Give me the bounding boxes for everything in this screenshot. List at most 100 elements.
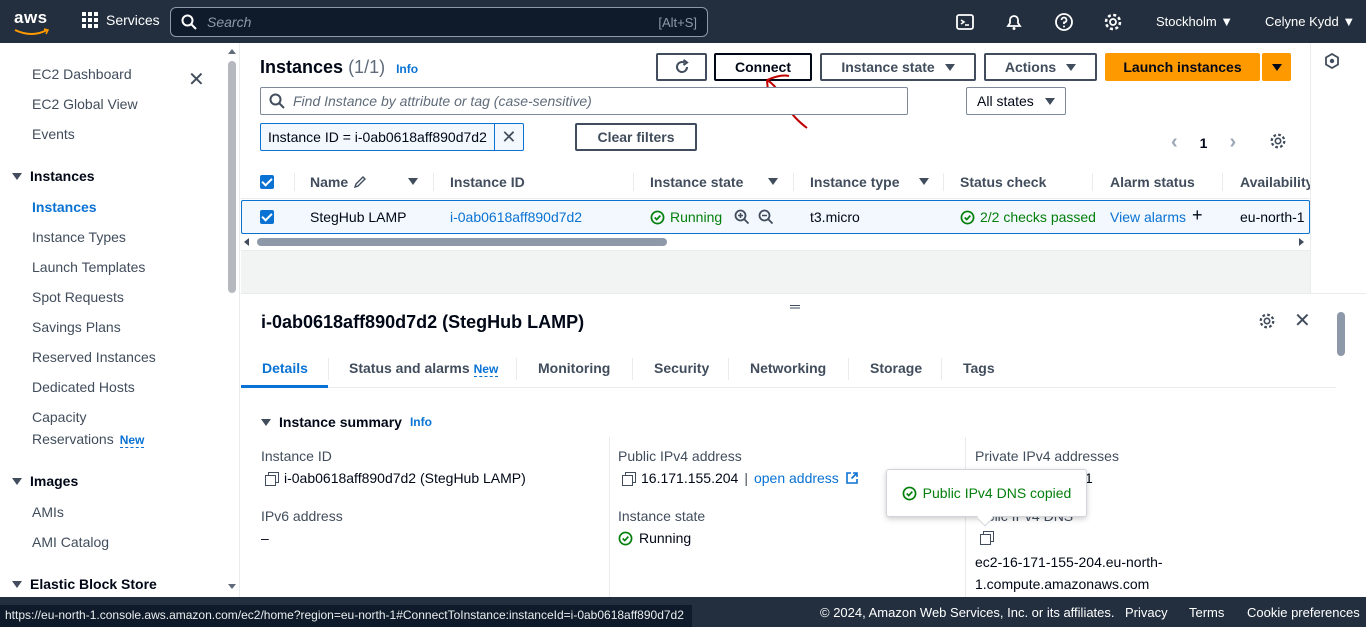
sidebar-section-images[interactable]: Images [12,473,78,489]
sidebar-section-ebs[interactable]: Elastic Block Store [12,576,157,592]
tab-security[interactable]: Security [654,360,709,376]
open-address-link[interactable]: open address [754,470,839,486]
copy-icon[interactable] [265,471,279,486]
scroll-up-arrow[interactable] [228,49,236,54]
close-icon[interactable]: ✕ [188,67,205,92]
chevron-right-icon[interactable]: › [1229,131,1236,154]
sidebar-item-ami-catalog[interactable]: AMI Catalog [32,534,109,550]
info-link[interactable]: Info [396,62,418,76]
close-icon[interactable]: ✕ [1294,308,1311,333]
table-row[interactable]: StegHub LAMP i-0ab0618aff890d7d2 Running… [241,200,1310,234]
instance-state-value: Running [618,530,691,546]
sidebar-item-dedicated-hosts[interactable]: Dedicated Hosts [32,379,135,395]
page-number[interactable]: 1 [1200,135,1208,151]
tab-storage[interactable]: Storage [870,360,922,376]
scrollbar-thumb[interactable] [257,238,667,246]
aws-logo[interactable]: aws [14,8,54,36]
new-badge: New [119,433,145,448]
zoom-in-icon[interactable] [734,209,750,225]
column-header-name[interactable]: Name [310,174,348,190]
clear-filters-button[interactable]: Clear filters [575,123,697,151]
sort-icon[interactable] [768,178,778,185]
scroll-down-arrow[interactable] [228,584,236,589]
sidebar-item-capacity[interactable]: Capacity [32,409,86,425]
tab-networking[interactable]: Networking [750,360,826,376]
sort-icon[interactable] [919,178,929,185]
pagination: ‹ 1 › [1171,131,1236,154]
page-title: Instances (1/1) Info [260,57,419,77]
tab-tags[interactable]: Tags [963,360,995,376]
column-header-status-check[interactable]: Status check [960,174,1046,190]
column-header-availability[interactable]: Availability [1240,174,1313,190]
actions-button[interactable]: Actions [984,53,1097,81]
instance-id-link[interactable]: i-0ab0618aff890d7d2 [450,209,582,225]
cloudshell-icon[interactable] [955,12,975,32]
terms-link[interactable]: Terms [1189,605,1224,620]
drag-handle-icon[interactable]: ═ [790,298,800,314]
bell-icon[interactable] [1004,12,1024,32]
sidebar-item-instances[interactable]: Instances [32,199,97,215]
plus-icon[interactable]: + [1192,205,1203,226]
column-header-instance-id[interactable]: Instance ID [450,174,525,190]
copy-icon[interactable] [622,471,636,486]
details-scrollbar[interactable] [1337,312,1345,356]
horizontal-scrollbar[interactable] [241,235,1310,249]
column-header-instance-type[interactable]: Instance type [810,174,899,190]
table-settings-icon[interactable] [1269,132,1287,150]
caret-down-icon [944,63,955,71]
copy-icon[interactable] [980,531,994,545]
sidebar-scrollbar[interactable] [228,61,236,293]
select-all-checkbox[interactable] [260,175,274,189]
split-panel-icon[interactable] [1324,53,1340,69]
check-circle-icon [618,531,633,545]
services-menu[interactable]: Services [82,12,160,28]
sidebar-item-amis[interactable]: AMIs [32,504,64,520]
caret-down-icon [1045,97,1055,105]
external-link-icon[interactable] [845,471,859,485]
info-link[interactable]: Info [410,415,432,429]
sidebar-item-spot-requests[interactable]: Spot Requests [32,289,124,305]
chevron-left-icon[interactable]: ‹ [1171,131,1178,154]
region-selector[interactable]: Stockholm ▼ [1156,14,1233,29]
instance-state-button[interactable]: Instance state [820,53,976,81]
sidebar-item-global-view[interactable]: EC2 Global View [32,96,138,112]
caret-down-icon [1271,63,1282,71]
sidebar-section-instances[interactable]: Instances [12,168,95,184]
sidebar-item-reserved-instances[interactable]: Reserved Instances [32,349,156,365]
tab-status-and-alarms[interactable]: Status and alarms New [349,360,499,377]
tab-details[interactable]: Details [262,360,308,376]
scroll-left-arrow[interactable] [244,238,249,246]
details-title: i-0ab0618aff890d7d2 (StegHub LAMP) [261,312,585,332]
remove-filter-icon[interactable]: ✕ [495,124,523,150]
column-header-alarm-status[interactable]: Alarm status [1110,174,1195,190]
tab-monitoring[interactable]: Monitoring [538,360,610,376]
gear-icon[interactable] [1103,12,1123,32]
column-header-instance-state[interactable]: Instance state [650,174,743,190]
states-select[interactable]: All states [966,87,1066,115]
launch-dropdown-button[interactable] [1262,53,1291,81]
find-instance-input[interactable]: Find Instance by attribute or tag (case-… [260,87,908,115]
sort-icon[interactable] [408,178,418,185]
search-input[interactable]: Search [Alt+S] [170,7,708,37]
sidebar-item-launch-templates[interactable]: Launch Templates [32,259,145,275]
help-icon[interactable] [1054,12,1074,32]
footer: https://eu-north-1.console.aws.amazon.co… [0,597,1366,627]
sidebar-item-ec2-dashboard[interactable]: EC2 Dashboard [32,66,132,82]
refresh-button[interactable] [656,53,707,81]
row-checkbox[interactable] [260,210,274,224]
scroll-right-arrow[interactable] [1299,238,1304,246]
launch-instances-button[interactable]: Launch instances [1105,53,1260,81]
sidebar-item-events[interactable]: Events [32,126,75,142]
view-alarms-link[interactable]: View alarms [1110,209,1186,225]
sidebar-item-savings-plans[interactable]: Savings Plans [32,319,121,335]
instance-summary-header[interactable]: Instance summary Info [261,414,432,430]
zoom-out-icon[interactable] [758,209,774,225]
grid-icon [82,12,98,28]
caret-down-icon [12,477,22,485]
sidebar-item-instance-types[interactable]: Instance Types [32,229,126,245]
sidebar-item-reservations[interactable]: Reservations New [32,431,145,448]
privacy-link[interactable]: Privacy [1125,605,1168,620]
user-menu[interactable]: Celyne Kydd ▼ [1265,14,1355,29]
preferences-icon[interactable] [1258,312,1276,330]
cookie-preferences-link[interactable]: Cookie preferences [1247,605,1360,620]
